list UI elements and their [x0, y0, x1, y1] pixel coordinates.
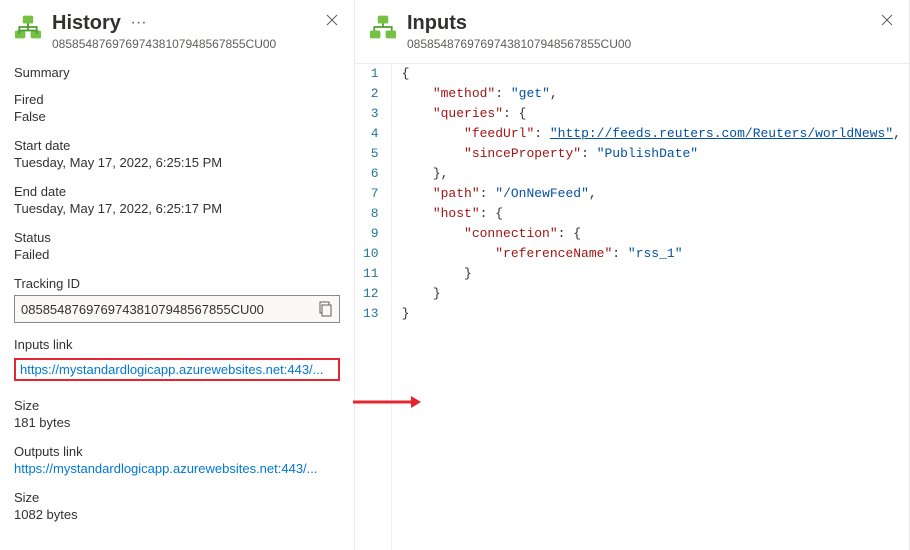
- inputs-id: 08585487697697438107948567855CU00: [407, 37, 631, 51]
- line-gutter: 12345678910111213: [355, 64, 392, 550]
- code-line[interactable]: "queries": {: [402, 104, 901, 124]
- close-icon: [326, 14, 338, 26]
- line-number: 6: [363, 164, 379, 184]
- history-content: Summary Fired False Start date Tuesday, …: [0, 59, 354, 550]
- code-line[interactable]: }: [402, 284, 901, 304]
- history-panel: History ··· 0858548769769743810794856785…: [0, 0, 355, 550]
- history-more-button[interactable]: ···: [131, 14, 147, 31]
- inputs-size-label: Size: [14, 398, 340, 413]
- outputs-link[interactable]: https://mystandardlogicapp.azurewebsites…: [14, 461, 318, 476]
- code-body[interactable]: { "method": "get", "queries": { "feedUrl…: [392, 64, 901, 550]
- inputs-header: Inputs 08585487697697438107948567855CU00: [355, 0, 909, 59]
- line-number: 10: [363, 244, 379, 264]
- code-line[interactable]: "sinceProperty": "PublishDate": [402, 144, 901, 164]
- code-line[interactable]: },: [402, 164, 901, 184]
- history-title: History: [52, 12, 121, 35]
- summary-label: Summary: [14, 65, 340, 80]
- fired-label: Fired: [14, 92, 340, 107]
- tracking-id-box[interactable]: 08585487697697438107948567855CU00: [14, 295, 340, 323]
- code-line[interactable]: }: [402, 264, 901, 284]
- code-line[interactable]: "method": "get",: [402, 84, 901, 104]
- start-date-value: Tuesday, May 17, 2022, 6:25:15 PM: [14, 155, 340, 170]
- line-number: 9: [363, 224, 379, 244]
- line-number: 13: [363, 304, 379, 324]
- workflow-icon: [14, 14, 42, 40]
- start-date-label: Start date: [14, 138, 340, 153]
- end-date-value: Tuesday, May 17, 2022, 6:25:17 PM: [14, 201, 340, 216]
- line-number: 5: [363, 144, 379, 164]
- inputs-panel: Inputs 08585487697697438107948567855CU00…: [355, 0, 910, 550]
- line-number: 7: [363, 184, 379, 204]
- outputs-size-label: Size: [14, 490, 340, 505]
- inputs-link[interactable]: https://mystandardlogicapp.azurewebsites…: [20, 362, 324, 377]
- code-line[interactable]: "connection": {: [402, 224, 901, 244]
- outputs-size-value: 1082 bytes: [14, 507, 340, 522]
- tracking-id-label: Tracking ID: [14, 276, 340, 291]
- close-icon: [881, 14, 893, 26]
- code-line[interactable]: }: [402, 304, 901, 324]
- end-date-label: End date: [14, 184, 340, 199]
- history-id: 08585487697697438107948567855CU00: [52, 37, 276, 51]
- inputs-link-label: Inputs link: [14, 337, 340, 352]
- code-line[interactable]: "path": "/OnNewFeed",: [402, 184, 901, 204]
- code-line[interactable]: "referenceName": "rss_1": [402, 244, 901, 264]
- code-line[interactable]: "feedUrl": "http://feeds.reuters.com/Reu…: [402, 124, 901, 144]
- outputs-link-label: Outputs link: [14, 444, 340, 459]
- code-editor[interactable]: 12345678910111213 { "method": "get", "qu…: [355, 63, 909, 550]
- workflow-icon: [369, 14, 397, 40]
- line-number: 3: [363, 104, 379, 124]
- copy-icon[interactable]: [317, 301, 333, 317]
- tracking-id-value: 08585487697697438107948567855CU00: [21, 302, 317, 317]
- line-number: 12: [363, 284, 379, 304]
- history-header: History ··· 0858548769769743810794856785…: [0, 0, 354, 59]
- line-number: 1: [363, 64, 379, 84]
- inputs-title: Inputs: [407, 12, 467, 35]
- inputs-size-value: 181 bytes: [14, 415, 340, 430]
- line-number: 11: [363, 264, 379, 284]
- close-inputs-button[interactable]: [877, 10, 897, 30]
- inputs-link-box: https://mystandardlogicapp.azurewebsites…: [14, 358, 340, 381]
- fired-value: False: [14, 109, 340, 124]
- status-label: Status: [14, 230, 340, 245]
- code-line[interactable]: {: [402, 64, 901, 84]
- close-history-button[interactable]: [322, 10, 342, 30]
- line-number: 4: [363, 124, 379, 144]
- line-number: 8: [363, 204, 379, 224]
- code-line[interactable]: "host": {: [402, 204, 901, 224]
- status-value: Failed: [14, 247, 340, 262]
- line-number: 2: [363, 84, 379, 104]
